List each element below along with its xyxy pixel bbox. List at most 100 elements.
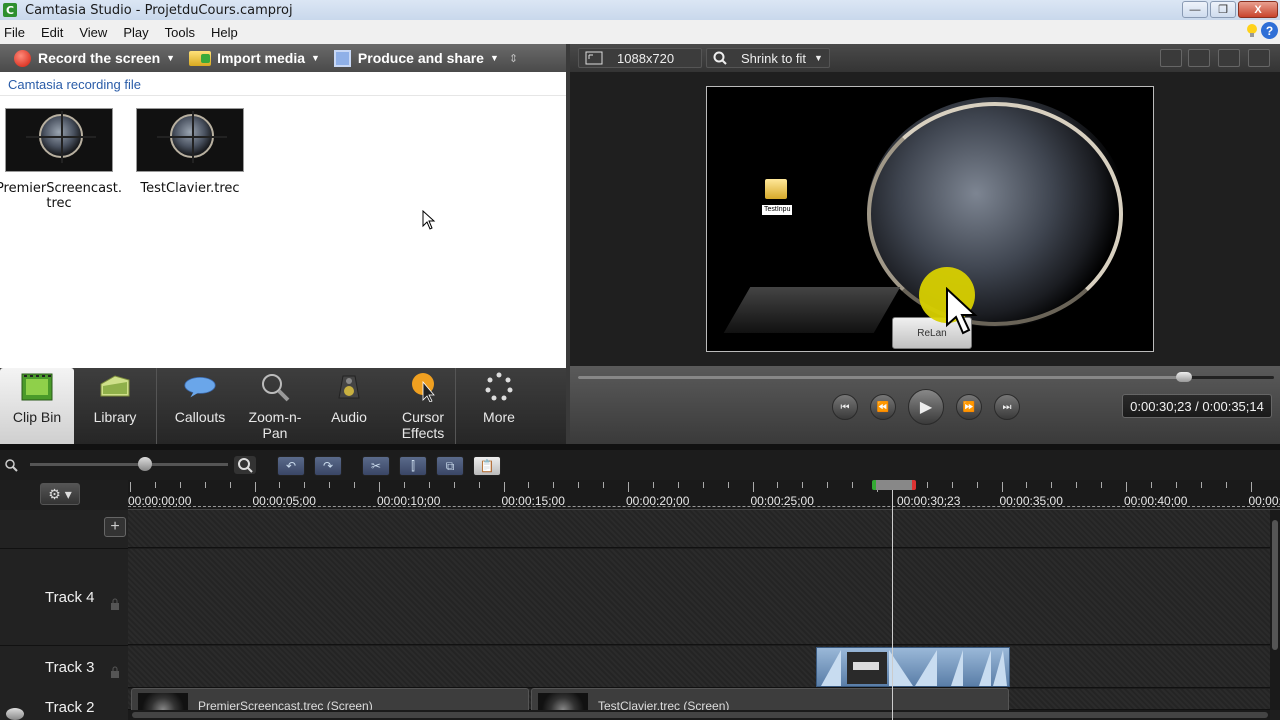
empty-track-lane[interactable] [128, 510, 1270, 548]
ruler-tick [553, 482, 555, 488]
ruler-tick [304, 482, 306, 488]
canvas-dimensions-dropdown[interactable]: 1088x720 [578, 48, 702, 68]
skip-to-start-button[interactable]: ⏮ [832, 394, 858, 420]
chevron-down-icon: ▼ [814, 53, 823, 63]
track-3-name[interactable]: Track 3 [45, 659, 94, 676]
cut-button[interactable]: ✂ [362, 456, 390, 476]
menu-play[interactable]: Play [119, 25, 156, 40]
add-track-button[interactable]: + [104, 517, 126, 537]
produce-share-button[interactable]: Produce and share ▼ [333, 44, 499, 72]
menu-edit[interactable]: Edit [37, 25, 71, 40]
record-label: Record the screen [38, 50, 161, 66]
crop-icon[interactable] [1160, 49, 1182, 67]
help-icon[interactable]: ? [1261, 22, 1278, 39]
camtasia-logo-icon: C [3, 3, 17, 17]
animation-clip[interactable] [816, 647, 1010, 687]
ruler-tick [1001, 482, 1003, 492]
tab-label: Callouts [174, 409, 226, 425]
fullscreen-icon[interactable] [1218, 49, 1240, 67]
tab-library[interactable]: Library [74, 368, 156, 444]
ruler-tick-label: 00:00:00;00 [128, 494, 192, 508]
playhead-handle[interactable] [872, 480, 916, 490]
zoom-slider-thumb[interactable] [138, 457, 152, 471]
undo-button[interactable]: ↶ [277, 456, 305, 476]
window-controls: — ❐ X [1182, 1, 1278, 18]
split-button[interactable]: ⫿ [399, 456, 427, 476]
timeline-settings-button[interactable]: ⚙ ▾ [40, 483, 80, 505]
horizontal-scroll-thumb[interactable] [132, 712, 1268, 718]
play-button[interactable]: ▶ [908, 389, 944, 425]
lightbulb-icon[interactable] [1246, 23, 1258, 39]
menu-view[interactable]: View [75, 25, 115, 40]
menu-file[interactable]: File [0, 25, 33, 40]
lock-icon[interactable] [110, 666, 120, 678]
title-bar: C Camtasia Studio - ProjetduCours.campro… [0, 0, 1280, 20]
timeline-toolbar [0, 450, 1280, 480]
zoom-mode-dropdown[interactable]: Shrink to fit ▼ [706, 48, 830, 68]
main-toolbar: Record the screen ▼ Import media ▼ Produ… [0, 44, 566, 72]
tab-more[interactable]: More [456, 368, 542, 444]
pan-hand-icon[interactable] [1188, 49, 1210, 67]
timeline-ruler[interactable]: 00:00:00;00 00:00:05;00 00:00:10;00 00:00:1… [128, 480, 1280, 510]
preview-canvas-area: TestInpu ReLan [570, 72, 1280, 366]
record-screen-button[interactable]: Record the screen ▼ [14, 44, 175, 72]
zoom-out-icon[interactable] [4, 458, 18, 472]
scrubber-thumb[interactable] [1175, 372, 1192, 382]
track-4-lane[interactable] [128, 549, 1270, 645]
ruler-tick [428, 482, 430, 488]
import-media-button[interactable]: Import media ▼ [189, 44, 320, 72]
sphere-ring-graphic [867, 102, 1123, 326]
menu-tools[interactable]: Tools [161, 25, 203, 40]
skip-to-end-button[interactable]: ⏭ [994, 394, 1020, 420]
ruler-tick-label: 00:00:20;00 [626, 494, 690, 508]
clip-bin-item[interactable]: TestClavier.trec [135, 108, 245, 196]
redo-button[interactable]: ↷ [314, 456, 342, 476]
tab-clip-bin[interactable]: Clip Bin [0, 368, 74, 444]
ruler-tick [752, 482, 754, 492]
rewind-button[interactable]: ⏪ [870, 394, 896, 420]
ruler-tick [802, 482, 804, 488]
detach-preview-icon[interactable] [1248, 49, 1270, 67]
ruler-tick [603, 482, 605, 488]
tab-cursor-effects[interactable]: Cursor Effects [391, 368, 455, 444]
ruler-tick [1200, 482, 1202, 488]
ruler-tick [852, 482, 854, 488]
tab-audio[interactable]: Audio [307, 368, 391, 444]
mouse-pointer-icon [422, 210, 436, 230]
fast-forward-button[interactable]: ⏩ [956, 394, 982, 420]
ruler-tick [777, 482, 779, 488]
zoom-in-icon[interactable] [234, 456, 256, 474]
maximize-button[interactable]: ❐ [1210, 1, 1236, 18]
search-icon [713, 51, 727, 65]
track-3-lane[interactable] [128, 646, 1270, 688]
ruler-tick [1076, 482, 1078, 488]
video-canvas[interactable]: TestInpu ReLan [706, 86, 1154, 352]
produce-label: Produce and share [357, 50, 484, 66]
playback-scrubber[interactable] [578, 372, 1274, 382]
tab-zoom-n-pan[interactable]: Zoom-n-Pan [243, 368, 307, 444]
lock-icon[interactable] [110, 598, 120, 610]
paste-button[interactable]: 📋 [473, 456, 501, 476]
close-button[interactable]: X [1238, 1, 1278, 18]
animation-clip-graphic [821, 650, 1007, 686]
cursor-effects-icon [412, 373, 435, 402]
toolbar-grip-icon[interactable]: ⇕ [509, 52, 518, 65]
track-2-name[interactable]: Track 2 [45, 699, 94, 716]
minimize-button[interactable]: — [1182, 1, 1208, 18]
ruler-tick [578, 482, 580, 488]
track-4-name[interactable]: Track 4 [45, 589, 94, 606]
vertical-scroll-thumb[interactable] [1272, 520, 1278, 650]
tab-callouts[interactable]: Callouts [157, 368, 243, 444]
ruler-tick-label: 00:00:35;00 [999, 494, 1063, 508]
camtasia-window: C Camtasia Studio - ProjetduCours.campro… [0, 0, 1280, 720]
playhead[interactable] [892, 480, 893, 720]
clip-bin-item[interactable]: PremierScreencast.trec [0, 108, 122, 211]
menu-help[interactable]: Help [207, 25, 246, 40]
ruler-tick [528, 482, 530, 488]
divider [0, 95, 566, 96]
clip-thumbnail [136, 108, 244, 172]
timeline-zoom-slider[interactable] [30, 463, 228, 466]
copy-button[interactable]: ⧉ [436, 456, 464, 476]
track-height-slider[interactable] [6, 708, 24, 720]
tab-label: Zoom-n-Pan [248, 409, 302, 441]
